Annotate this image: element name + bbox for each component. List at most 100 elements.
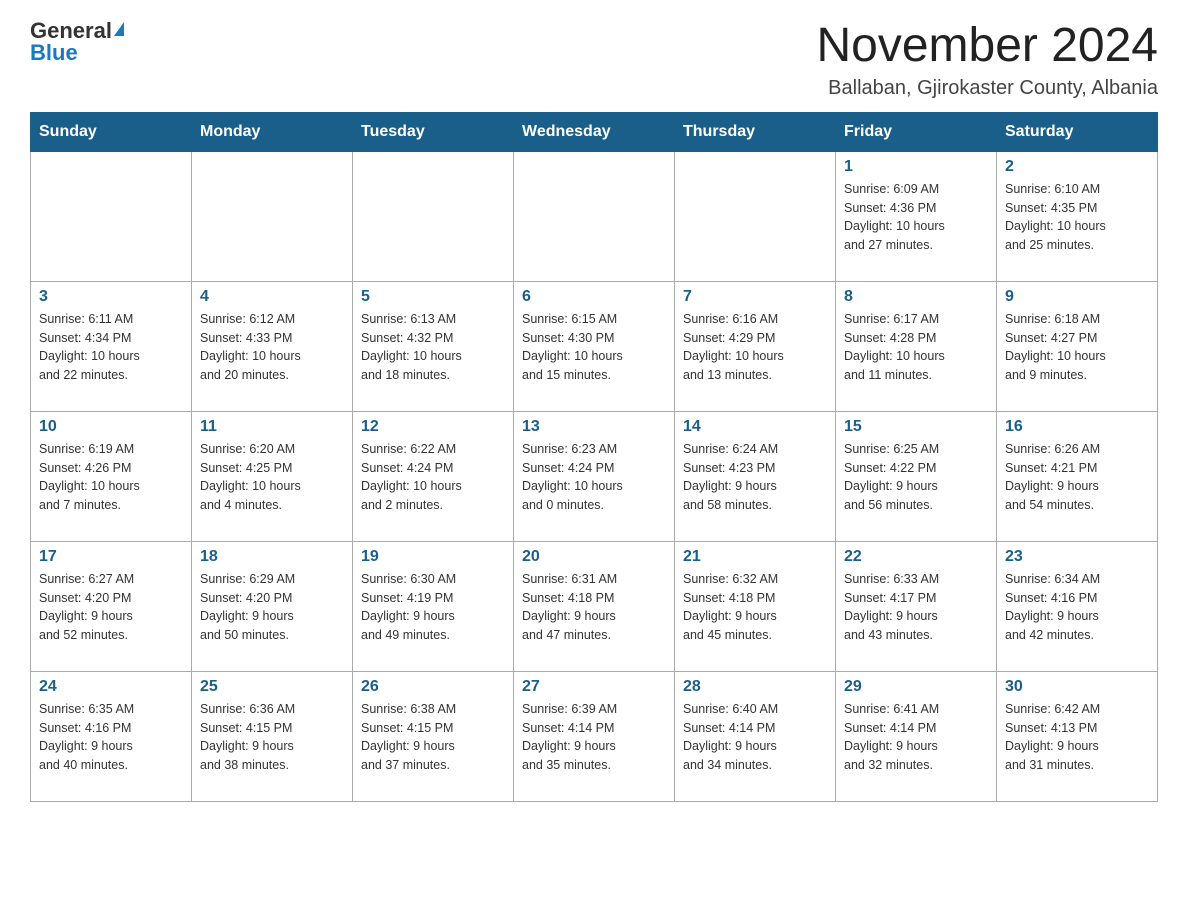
- calendar-cell: 3 Sunrise: 6:11 AM Sunset: 4:34 PM Daylig…: [31, 281, 192, 411]
- calendar-header-wednesday: Wednesday: [514, 112, 675, 151]
- day-info: Sunrise: 6:24 AM Sunset: 4:23 PM Dayligh…: [683, 440, 827, 515]
- calendar-cell: [31, 151, 192, 281]
- calendar-week-row: 1 Sunrise: 6:09 AM Sunset: 4:36 PM Daylig…: [31, 151, 1158, 281]
- calendar-cell: 16 Sunrise: 6:26 AM Sunset: 4:21 PM Dayli…: [997, 411, 1158, 541]
- day-number: 2: [1005, 158, 1149, 176]
- day-info: Sunrise: 6:15 AM Sunset: 4:30 PM Dayligh…: [522, 310, 666, 385]
- day-number: 29: [844, 678, 988, 696]
- calendar-week-row: 17Sunrise: 6:27 AM Sunset: 4:20 PM Dayli…: [31, 541, 1158, 671]
- day-number: 8: [844, 288, 988, 306]
- day-info: Sunrise: 6:32 AM Sunset: 4:18 PM Dayligh…: [683, 570, 827, 645]
- logo-triangle-icon: [114, 22, 124, 36]
- calendar-header-tuesday: Tuesday: [353, 112, 514, 151]
- calendar-cell: 27 Sunrise: 6:39 AM Sunset: 4:14 PM Dayli…: [514, 671, 675, 801]
- day-number: 12: [361, 418, 505, 436]
- day-number: 22: [844, 548, 988, 566]
- main-title: November 2024: [816, 20, 1158, 73]
- day-info: Sunrise: 6:40 AM Sunset: 4:14 PM Dayligh…: [683, 700, 827, 775]
- day-info: Sunrise: 6:31 AM Sunset: 4:18 PM Dayligh…: [522, 570, 666, 645]
- day-number: 18: [200, 548, 344, 566]
- day-info: Sunrise: 6:36 AM Sunset: 4:15 PM Dayligh…: [200, 700, 344, 775]
- page-header: General Blue November 2024 Ballaban, Gji…: [30, 20, 1158, 100]
- day-info: Sunrise: 6:26 AM Sunset: 4:21 PM Dayligh…: [1005, 440, 1149, 515]
- calendar-cell: 12Sunrise: 6:22 AM Sunset: 4:24 PM Dayli…: [353, 411, 514, 541]
- day-number: 10: [39, 418, 183, 436]
- calendar-cell: 10 Sunrise: 6:19 AM Sunset: 4:26 PM Dayli…: [31, 411, 192, 541]
- calendar-cell: 2 Sunrise: 6:10 AM Sunset: 4:35 PM Daylig…: [997, 151, 1158, 281]
- day-info: Sunrise: 6:25 AM Sunset: 4:22 PM Dayligh…: [844, 440, 988, 515]
- calendar-cell: [192, 151, 353, 281]
- calendar-cell: 26 Sunrise: 6:38 AM Sunset: 4:15 PM Dayli…: [353, 671, 514, 801]
- calendar-cell: 28 Sunrise: 6:40 AM Sunset: 4:14 PM Dayli…: [675, 671, 836, 801]
- calendar-cell: 22 Sunrise: 6:33 AM Sunset: 4:17 PM Dayli…: [836, 541, 997, 671]
- day-info: Sunrise: 6:12 AM Sunset: 4:33 PM Dayligh…: [200, 310, 344, 385]
- day-number: 21: [683, 548, 827, 566]
- calendar-header-row: SundayMondayTuesdayWednesdayThursdayFrid…: [31, 112, 1158, 151]
- calendar-week-row: 10 Sunrise: 6:19 AM Sunset: 4:26 PM Dayli…: [31, 411, 1158, 541]
- day-info: Sunrise: 6:20 AM Sunset: 4:25 PM Dayligh…: [200, 440, 344, 515]
- calendar-cell: 8 Sunrise: 6:17 AM Sunset: 4:28 PM Daylig…: [836, 281, 997, 411]
- day-number: 17: [39, 548, 183, 566]
- day-info: Sunrise: 6:39 AM Sunset: 4:14 PM Dayligh…: [522, 700, 666, 775]
- day-info: Sunrise: 6:23 AM Sunset: 4:24 PM Dayligh…: [522, 440, 666, 515]
- logo-general-text: General: [30, 20, 112, 42]
- calendar-cell: [675, 151, 836, 281]
- day-number: 7: [683, 288, 827, 306]
- calendar-cell: 30Sunrise: 6:42 AM Sunset: 4:13 PM Dayli…: [997, 671, 1158, 801]
- day-number: 11: [200, 418, 344, 436]
- day-info: Sunrise: 6:17 AM Sunset: 4:28 PM Dayligh…: [844, 310, 988, 385]
- day-number: 27: [522, 678, 666, 696]
- calendar-cell: 17Sunrise: 6:27 AM Sunset: 4:20 PM Dayli…: [31, 541, 192, 671]
- day-number: 3: [39, 288, 183, 306]
- day-info: Sunrise: 6:33 AM Sunset: 4:17 PM Dayligh…: [844, 570, 988, 645]
- calendar-cell: 9 Sunrise: 6:18 AM Sunset: 4:27 PM Daylig…: [997, 281, 1158, 411]
- calendar-table: SundayMondayTuesdayWednesdayThursdayFrid…: [30, 112, 1158, 802]
- day-number: 1: [844, 158, 988, 176]
- day-number: 6: [522, 288, 666, 306]
- day-info: Sunrise: 6:30 AM Sunset: 4:19 PM Dayligh…: [361, 570, 505, 645]
- calendar-cell: 4 Sunrise: 6:12 AM Sunset: 4:33 PM Daylig…: [192, 281, 353, 411]
- day-info: Sunrise: 6:10 AM Sunset: 4:35 PM Dayligh…: [1005, 180, 1149, 255]
- day-number: 14: [683, 418, 827, 436]
- title-block: November 2024 Ballaban, Gjirokaster Coun…: [816, 20, 1158, 100]
- calendar-week-row: 3 Sunrise: 6:11 AM Sunset: 4:34 PM Daylig…: [31, 281, 1158, 411]
- day-info: Sunrise: 6:41 AM Sunset: 4:14 PM Dayligh…: [844, 700, 988, 775]
- calendar-cell: 15 Sunrise: 6:25 AM Sunset: 4:22 PM Dayli…: [836, 411, 997, 541]
- calendar-cell: 5 Sunrise: 6:13 AM Sunset: 4:32 PM Daylig…: [353, 281, 514, 411]
- day-number: 5: [361, 288, 505, 306]
- day-info: Sunrise: 6:13 AM Sunset: 4:32 PM Dayligh…: [361, 310, 505, 385]
- day-number: 16: [1005, 418, 1149, 436]
- calendar-cell: 21 Sunrise: 6:32 AM Sunset: 4:18 PM Dayli…: [675, 541, 836, 671]
- day-info: Sunrise: 6:11 AM Sunset: 4:34 PM Dayligh…: [39, 310, 183, 385]
- calendar-cell: 7Sunrise: 6:16 AM Sunset: 4:29 PM Daylig…: [675, 281, 836, 411]
- calendar-cell: 19 Sunrise: 6:30 AM Sunset: 4:19 PM Dayli…: [353, 541, 514, 671]
- day-number: 19: [361, 548, 505, 566]
- calendar-cell: 11 Sunrise: 6:20 AM Sunset: 4:25 PM Dayli…: [192, 411, 353, 541]
- day-number: 4: [200, 288, 344, 306]
- day-info: Sunrise: 6:09 AM Sunset: 4:36 PM Dayligh…: [844, 180, 988, 255]
- logo-blue-text: Blue: [30, 42, 78, 64]
- calendar-cell: 14 Sunrise: 6:24 AM Sunset: 4:23 PM Dayli…: [675, 411, 836, 541]
- calendar-header-monday: Monday: [192, 112, 353, 151]
- day-info: Sunrise: 6:18 AM Sunset: 4:27 PM Dayligh…: [1005, 310, 1149, 385]
- calendar-header-sunday: Sunday: [31, 112, 192, 151]
- calendar-cell: 18Sunrise: 6:29 AM Sunset: 4:20 PM Dayli…: [192, 541, 353, 671]
- calendar-cell: 1 Sunrise: 6:09 AM Sunset: 4:36 PM Daylig…: [836, 151, 997, 281]
- day-number: 28: [683, 678, 827, 696]
- calendar-cell: 23Sunrise: 6:34 AM Sunset: 4:16 PM Dayli…: [997, 541, 1158, 671]
- day-info: Sunrise: 6:38 AM Sunset: 4:15 PM Dayligh…: [361, 700, 505, 775]
- day-number: 26: [361, 678, 505, 696]
- day-number: 25: [200, 678, 344, 696]
- day-number: 20: [522, 548, 666, 566]
- day-info: Sunrise: 6:19 AM Sunset: 4:26 PM Dayligh…: [39, 440, 183, 515]
- calendar-cell: 6 Sunrise: 6:15 AM Sunset: 4:30 PM Daylig…: [514, 281, 675, 411]
- day-info: Sunrise: 6:42 AM Sunset: 4:13 PM Dayligh…: [1005, 700, 1149, 775]
- calendar-cell: [514, 151, 675, 281]
- calendar-header-thursday: Thursday: [675, 112, 836, 151]
- day-number: 13: [522, 418, 666, 436]
- day-number: 9: [1005, 288, 1149, 306]
- calendar-week-row: 24Sunrise: 6:35 AM Sunset: 4:16 PM Dayli…: [31, 671, 1158, 801]
- day-number: 24: [39, 678, 183, 696]
- day-number: 15: [844, 418, 988, 436]
- calendar-cell: 29 Sunrise: 6:41 AM Sunset: 4:14 PM Dayli…: [836, 671, 997, 801]
